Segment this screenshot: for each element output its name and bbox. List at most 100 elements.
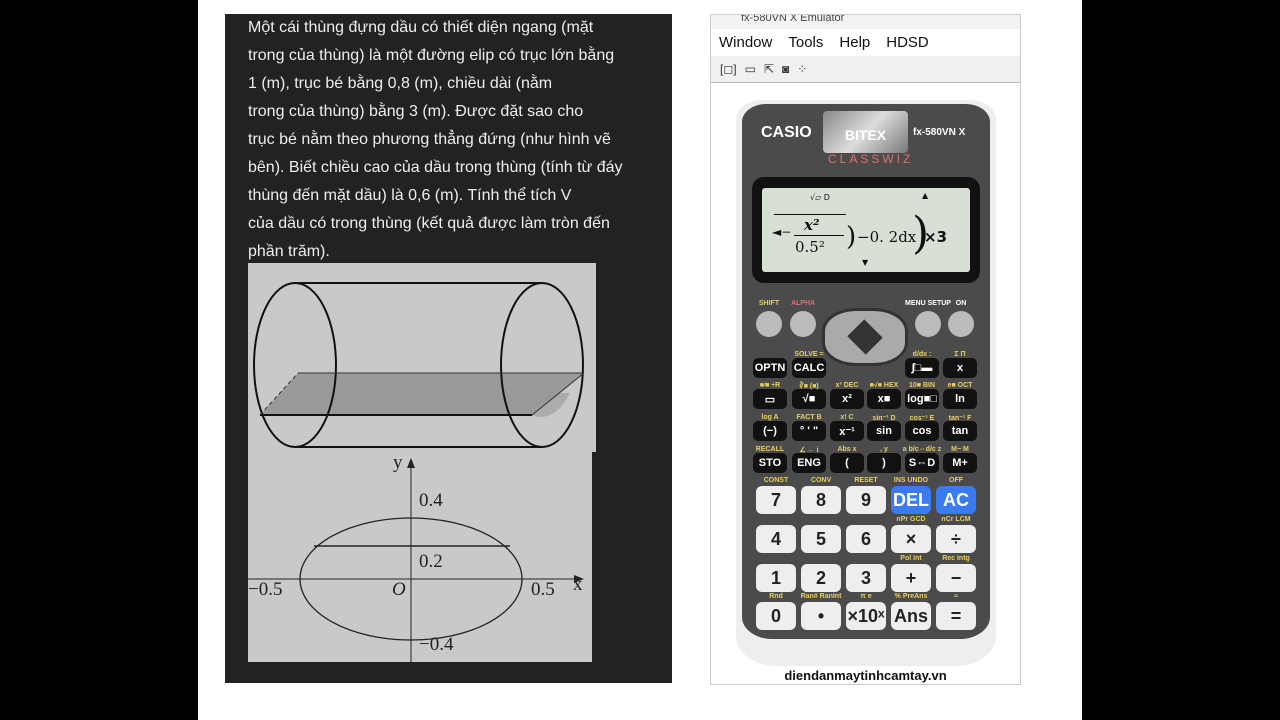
key-shift-label: M− M [951, 446, 969, 453]
toolbar: [◻] ▭ ⇱ ◙ ⁘ [711, 56, 1020, 83]
key-1[interactable]: 1 [756, 564, 796, 592]
key-7[interactable]: 7 [756, 486, 796, 514]
key-shift-label: tan⁻¹ F [948, 415, 972, 422]
problem-line: 1 (m), trục bé bằng 0,8 (m), chiều dài (… [248, 75, 553, 92]
key-shift-label: RECALL [755, 446, 785, 453]
key-x⁻¹[interactable]: x⁻¹ [830, 421, 864, 441]
series-name: CLASSWIZ [828, 152, 914, 166]
key-shift-label: cos⁻¹ E [909, 415, 935, 422]
key-S⇔D[interactable]: S⇔D [905, 453, 939, 473]
key-shift-label: Abs x [837, 446, 857, 453]
key-Ans[interactable]: Ans [891, 602, 931, 630]
key-8[interactable]: 8 [801, 486, 841, 514]
key-x■[interactable]: x■ [867, 389, 901, 409]
key-6[interactable]: 6 [846, 525, 886, 553]
key-4[interactable]: 4 [756, 525, 796, 553]
tick-0.5: 0.5 [531, 579, 555, 600]
key-STO[interactable]: STO [753, 453, 787, 473]
key-x[interactable]: x [943, 358, 977, 378]
tick-0.4: 0.4 [419, 490, 443, 511]
key-2[interactable]: 2 [801, 564, 841, 592]
toolbar-icon[interactable]: ◙ [782, 62, 789, 76]
key-tan[interactable]: tan [943, 421, 977, 441]
partial-panel [664, 14, 672, 683]
key-3[interactable]: 3 [846, 564, 886, 592]
toolbar-icon[interactable]: ⇱ [764, 62, 774, 76]
casio-brand: CASIO [761, 124, 812, 141]
status-indicators: √▱ D [810, 193, 830, 202]
key-shift-label: a b/c⇔d/c z [902, 446, 942, 453]
key-∫□▬[interactable]: ∫□▬ [905, 358, 939, 378]
key-AC[interactable]: AC [936, 486, 976, 514]
key-√■[interactable]: √■ [792, 389, 826, 409]
ellipse-graph: y x 0.4 0.2 −0.5 O 0.5 −0.4 [248, 452, 592, 662]
menu-help[interactable]: Help [839, 34, 870, 51]
key-+[interactable]: + [891, 564, 931, 592]
scroll-up-icon: ▲ [922, 191, 929, 200]
key-shift-label: ∠ ← i [799, 447, 819, 454]
problem-line: Một cái thùng đựng dầu có thiết diện nga… [248, 19, 594, 36]
key-)[interactable]: ) [867, 453, 901, 473]
key-shift-label: ∛■ (■) [799, 383, 819, 390]
key-ln[interactable]: ln [943, 389, 977, 409]
problem-line: của dầu có trong thùng (kết quả được làm… [248, 215, 610, 232]
key-shift-label: e■ OCT [947, 382, 973, 389]
origin-label: O [392, 579, 406, 600]
key-shift-label: sin⁻¹ D [872, 415, 896, 422]
key-shift-label: Σ Π [954, 351, 966, 358]
key-CALC[interactable]: CALC [792, 358, 826, 378]
menu-button[interactable] [915, 311, 941, 337]
key-shift-label: FACT B [796, 414, 822, 421]
key-shift-label: CONST [763, 477, 789, 484]
menu-hdsd[interactable]: HDSD [886, 34, 929, 51]
problem-line: phần trăm). [248, 243, 330, 260]
toolbar-icon[interactable]: ⁘ [797, 62, 807, 76]
key-shift-label: ■⁄■ ÷R [759, 382, 781, 389]
model-name: fx-580VN X [913, 127, 966, 138]
key-ENG[interactable]: ENG [792, 453, 826, 473]
key-5[interactable]: 5 [801, 525, 841, 553]
key-shift-label: Rec Intg [942, 555, 970, 562]
key-9[interactable]: 9 [846, 486, 886, 514]
toolbar-icon[interactable]: ▭ [745, 62, 756, 76]
key-shift-label: ■√■ HEX [869, 382, 899, 389]
title-bar: fx-580VN X Emulator [711, 15, 1020, 29]
key-cos[interactable]: cos [905, 421, 939, 441]
key-x²[interactable]: x² [830, 389, 864, 409]
calculator-display: √▱ D ▲ ▼ ◄− x² 0.5² ) −0. 2dx ) ×3 [762, 188, 970, 272]
problem-line: thùng đến mặt dầu) là 0,6 (m). Tính thể … [248, 187, 572, 204]
key-•[interactable]: • [801, 602, 841, 630]
menu-window[interactable]: Window [719, 34, 772, 51]
arrow-left: ◄− [772, 225, 792, 239]
on-button[interactable] [948, 311, 974, 337]
key-shift-label: x! C [840, 414, 854, 421]
key-OPTN[interactable]: OPTN [753, 358, 787, 378]
key-([interactable]: ( [830, 453, 864, 473]
key-M+[interactable]: M+ [943, 453, 977, 473]
key-×10ˣ[interactable]: ×10ˣ [846, 602, 886, 630]
alpha-button[interactable] [790, 311, 816, 337]
key-=[interactable]: = [936, 602, 976, 630]
key-−[interactable]: − [936, 564, 976, 592]
key-÷[interactable]: ÷ [936, 525, 976, 553]
key-0[interactable]: 0 [756, 602, 796, 630]
key-sin[interactable]: sin [867, 421, 901, 441]
shift-button[interactable] [756, 311, 782, 337]
numerator: x² [804, 216, 820, 234]
tick-0.2: 0.2 [419, 551, 443, 572]
logo-text: BITEX [844, 127, 887, 143]
problem-line: trong của thùng) là một đường elip có tr… [248, 47, 615, 64]
key-(−)[interactable]: (−) [753, 421, 787, 441]
key-shift-label: CONV [810, 477, 832, 484]
key-shift-label: % PreAns [894, 593, 928, 600]
website-footer: diendanmaytinhcamtay.vn [784, 668, 947, 683]
toolbar-icon[interactable]: [◻] [720, 62, 737, 76]
key-▭[interactable]: ▭ [753, 389, 787, 409]
key-×[interactable]: × [891, 525, 931, 553]
menu-tools[interactable]: Tools [788, 34, 823, 51]
key-° ' "[interactable]: ° ' " [792, 421, 826, 441]
scroll-down-icon: ▼ [862, 258, 869, 267]
key-DEL[interactable]: DEL [891, 486, 931, 514]
key-log■□[interactable]: log■□ [905, 389, 939, 409]
problem-line: trục bé nằm theo phương thẳng đứng (như … [248, 131, 611, 148]
